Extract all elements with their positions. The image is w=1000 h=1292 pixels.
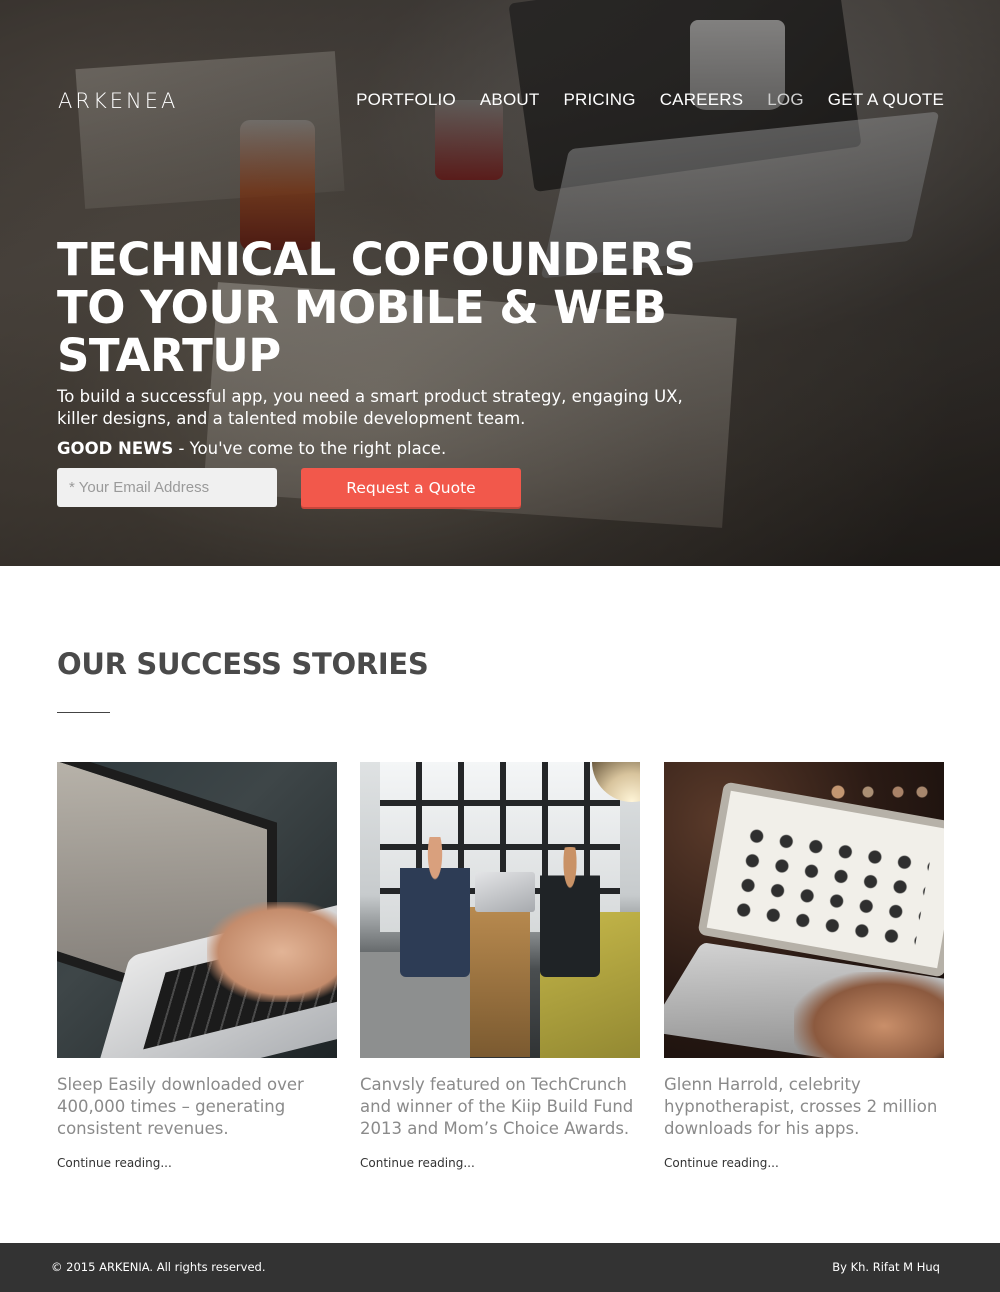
request-quote-button[interactable]: Request a Quote xyxy=(301,468,521,507)
hero-section: ARKENEA PORTFOLIO ABOUT PRICING CAREERS … xyxy=(0,0,1000,566)
hero-good-news: GOOD NEWS - You've come to the right pla… xyxy=(57,439,446,458)
hero-title: TECHNICAL COFOUNDERS TO YOUR MOBILE & WE… xyxy=(57,233,696,382)
footer-copyright: © 2015 ARKENIA. All rights reserved. xyxy=(51,1260,266,1274)
nav-about[interactable]: ABOUT xyxy=(480,90,540,110)
nav-log[interactable]: LOG xyxy=(767,90,804,110)
image-hand xyxy=(207,902,337,1002)
footer-credit: By Kh. Rifat M Huq xyxy=(832,1260,940,1274)
nav-portfolio[interactable]: PORTFOLIO xyxy=(356,90,456,110)
story-card: Glenn Harrold, celebrity hypnotherapist,… xyxy=(664,762,944,1170)
image-table xyxy=(470,907,530,1057)
story-card: Sleep Easily downloaded over 400,000 tim… xyxy=(57,762,337,1170)
story-text: Glenn Harrold, celebrity hypnotherapist,… xyxy=(664,1075,938,1138)
continue-reading-link[interactable]: Continue reading... xyxy=(664,1156,944,1170)
image-person-woman xyxy=(540,847,600,977)
section-divider xyxy=(57,712,110,713)
logo[interactable]: ARKENEA xyxy=(58,89,178,113)
good-news-label: GOOD NEWS xyxy=(57,439,174,458)
footer: © 2015 ARKENIA. All rights reserved. By … xyxy=(0,1243,1000,1292)
story-image-apps[interactable] xyxy=(664,762,944,1058)
hero-description: To build a successful app, you need a sm… xyxy=(57,387,683,428)
image-person-man xyxy=(400,837,470,977)
image-hands xyxy=(794,972,944,1058)
story-image-laptop[interactable] xyxy=(57,762,337,1058)
continue-reading-link[interactable]: Continue reading... xyxy=(57,1156,337,1170)
nav-get-a-quote[interactable]: GET A QUOTE xyxy=(828,90,944,110)
story-text: Canvsly featured on TechCrunch and winne… xyxy=(360,1075,634,1138)
continue-reading-link[interactable]: Continue reading... xyxy=(360,1156,640,1170)
story-card: Canvsly featured on TechCrunch and winne… xyxy=(360,762,640,1170)
image-laptop xyxy=(475,872,535,912)
good-news-text: - You've come to the right place. xyxy=(173,439,447,458)
nav-careers[interactable]: CAREERS xyxy=(660,90,744,110)
section-title: OUR SUCCESS STORIES xyxy=(57,647,429,681)
email-input[interactable] xyxy=(57,468,277,507)
story-text: Sleep Easily downloaded over 400,000 tim… xyxy=(57,1075,304,1138)
story-image-meeting[interactable] xyxy=(360,762,640,1058)
main-nav: PORTFOLIO ABOUT PRICING CAREERS LOG GET … xyxy=(356,90,944,110)
nav-pricing[interactable]: PRICING xyxy=(563,90,635,110)
